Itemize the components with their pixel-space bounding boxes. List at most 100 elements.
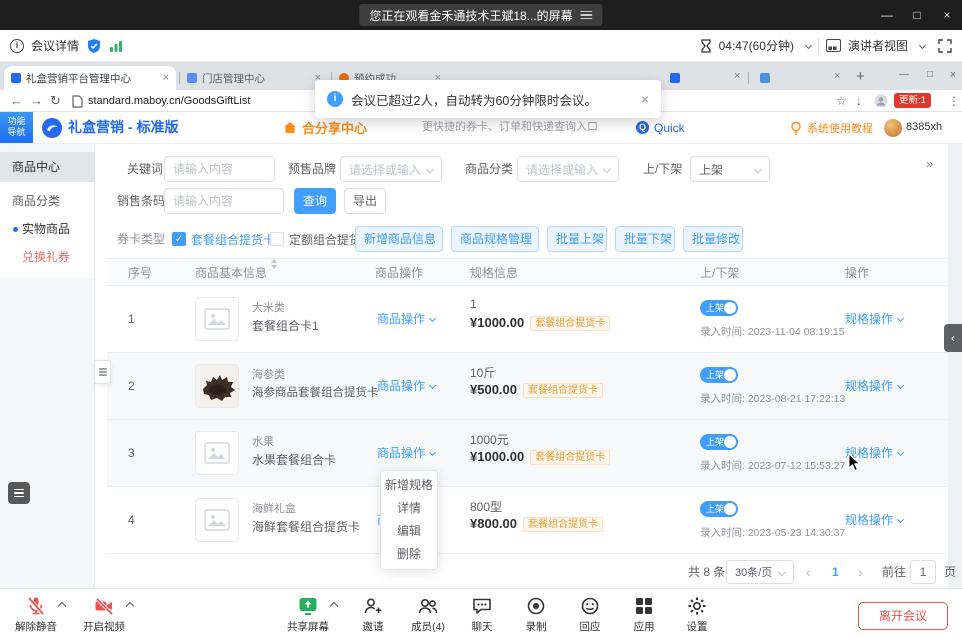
checkbox-package-combo[interactable]: ✓ 套餐组合提货卡	[172, 226, 275, 252]
keyword-input[interactable]	[164, 156, 275, 182]
kebab-menu-icon[interactable]: ⋮	[948, 90, 960, 112]
side-collapse-tab[interactable]: ‹	[944, 324, 962, 352]
caret-up-icon[interactable]	[330, 602, 338, 610]
spec-operation-link[interactable]: 规格操作	[845, 487, 903, 554]
browser-maximize-button[interactable]: □	[918, 62, 942, 88]
sidebar-group-label[interactable]: 商品分类	[0, 188, 94, 214]
spec-operation-link[interactable]: 规格操作	[845, 286, 903, 353]
timer-icon	[700, 39, 712, 53]
toggle-knob	[724, 369, 736, 381]
browser-tab-active[interactable]: 礼盒营销平台管理中心 ×	[4, 66, 176, 90]
notification-close-icon[interactable]: ×	[641, 91, 649, 107]
prev-page-button[interactable]: ‹	[806, 560, 811, 584]
shelf-toggle[interactable]: 上架	[700, 300, 738, 316]
menu-item-edit[interactable]: 编辑	[381, 520, 437, 543]
share-screen-button[interactable]: 共享屏幕	[280, 595, 336, 634]
leave-meeting-button[interactable]: 离开会议	[858, 602, 948, 630]
product-name: 套餐组合卡1	[252, 317, 319, 334]
browser-close-button[interactable]: ×	[944, 62, 962, 88]
goto-page-input[interactable]	[910, 560, 936, 584]
panel-handle[interactable]	[95, 360, 111, 384]
star-bookmark-icon[interactable]: ☆	[836, 90, 847, 112]
download-icon[interactable]: ↓	[856, 90, 862, 112]
screen-menu-icon[interactable]	[581, 8, 593, 21]
update-badge[interactable]: 更新:1	[894, 93, 931, 108]
meeting-info-icon[interactable]: i	[10, 39, 24, 53]
function-nav-block[interactable]: 功能 导航	[0, 112, 33, 143]
security-shield-icon[interactable]	[86, 38, 102, 54]
url-text[interactable]: standard.maboy.cn/GoodsGiftList	[88, 90, 250, 112]
apps-button[interactable]: 应用	[616, 595, 672, 634]
fullscreen-icon[interactable]	[938, 39, 952, 53]
spec-operation-link[interactable]: 规格操作	[845, 353, 903, 420]
network-signal-icon[interactable]	[109, 39, 123, 53]
page-size-select[interactable]: 30条/页	[726, 560, 794, 584]
export-button[interactable]: 导出	[344, 188, 386, 214]
shelf-toggle[interactable]: 上架	[700, 434, 738, 450]
tab-favicon[interactable]	[670, 73, 680, 83]
timer-dropdown-icon[interactable]	[805, 42, 812, 49]
video-button[interactable]: 开启视频	[76, 595, 132, 634]
new-tab-button[interactable]: +	[856, 68, 865, 85]
search-button[interactable]: 查询	[294, 188, 336, 214]
record-button[interactable]: 录制	[508, 595, 564, 634]
menu-item-add-spec[interactable]: 新增规格	[381, 474, 437, 497]
filter-collapse-icon[interactable]: »	[926, 156, 933, 171]
caret-up-icon[interactable]	[58, 602, 66, 610]
category-select[interactable]: 请选择或输入	[517, 156, 619, 182]
minimize-button[interactable]: —	[872, 0, 902, 30]
tab-close-icon[interactable]: ×	[734, 70, 740, 82]
react-button[interactable]: 回应	[562, 595, 618, 634]
tab-close-icon[interactable]: ×	[163, 72, 169, 84]
close-button[interactable]: ×	[932, 0, 962, 30]
shelf-select[interactable]: 上架	[690, 156, 770, 182]
next-page-button[interactable]: ›	[858, 560, 863, 584]
maximize-button[interactable]: □	[902, 0, 932, 30]
product-operation-link[interactable]: 商品操作	[377, 286, 435, 353]
batch-off-button[interactable]: 批量下架	[615, 226, 675, 252]
members-button[interactable]: 成员(4)	[400, 595, 456, 634]
mute-button[interactable]: 解除静音	[8, 595, 64, 634]
browser-tab[interactable]: 门店管理中心 ×	[180, 66, 328, 90]
brand-select[interactable]: 请选择或输入	[340, 156, 442, 182]
page-info-icon[interactable]	[72, 95, 83, 108]
tutorial-link[interactable]: 系统使用教程	[790, 112, 873, 143]
browser-minimize-button[interactable]: —	[892, 62, 916, 88]
sidebar-menu: 商品分类 实物商品 兑换礼券	[0, 182, 94, 278]
shelf-toggle[interactable]: 上架	[700, 501, 738, 517]
view-dropdown-icon[interactable]	[919, 42, 926, 49]
profile-icon[interactable]	[874, 94, 888, 108]
page-number[interactable]: 1	[832, 560, 839, 584]
batch-on-button[interactable]: 批量上架	[547, 226, 607, 252]
sidebar-item-voucher[interactable]: 兑换礼券	[0, 244, 94, 270]
batch-edit-button[interactable]: 批量修改	[683, 226, 743, 252]
menu-item-details[interactable]: 详情	[381, 497, 437, 520]
sidebar-title[interactable]: 商品中心	[0, 152, 95, 182]
sort-icon[interactable]	[271, 259, 277, 287]
barcode-input[interactable]	[164, 188, 284, 214]
menu-item-delete[interactable]: 删除	[381, 543, 437, 566]
view-mode-label[interactable]: 演讲者视图	[848, 37, 908, 54]
tab-favicon	[187, 73, 197, 83]
chat-icon	[471, 595, 493, 617]
pagination-total: 共 8 条	[688, 560, 725, 584]
add-product-button[interactable]: 新增商品信息	[355, 226, 443, 252]
forward-button[interactable]: →	[30, 90, 43, 112]
brand-logo-icon	[42, 118, 62, 138]
avatar[interactable]	[884, 119, 902, 137]
settings-button[interactable]: 设置	[669, 595, 725, 634]
reload-button[interactable]: ↻	[50, 90, 61, 112]
shelf-toggle[interactable]: 上架	[700, 367, 738, 383]
sidebar-item-physical[interactable]: 实物商品	[0, 216, 94, 242]
product-operation-link[interactable]: 商品操作	[377, 353, 435, 420]
meeting-list-toggle[interactable]	[8, 482, 30, 504]
tab-close-icon[interactable]: ×	[834, 70, 840, 82]
spec-manage-button[interactable]: 商品规格管理	[451, 226, 539, 252]
meeting-details-label[interactable]: 会议详情	[31, 37, 79, 54]
invite-button[interactable]: 邀请	[345, 595, 401, 634]
back-button[interactable]: ←	[10, 90, 23, 112]
caret-up-icon[interactable]	[126, 602, 134, 610]
chat-button[interactable]: 聊天	[454, 595, 510, 634]
meeting-timer[interactable]: 04:47(60分钟)	[719, 37, 794, 54]
tab-favicon[interactable]	[760, 73, 770, 83]
